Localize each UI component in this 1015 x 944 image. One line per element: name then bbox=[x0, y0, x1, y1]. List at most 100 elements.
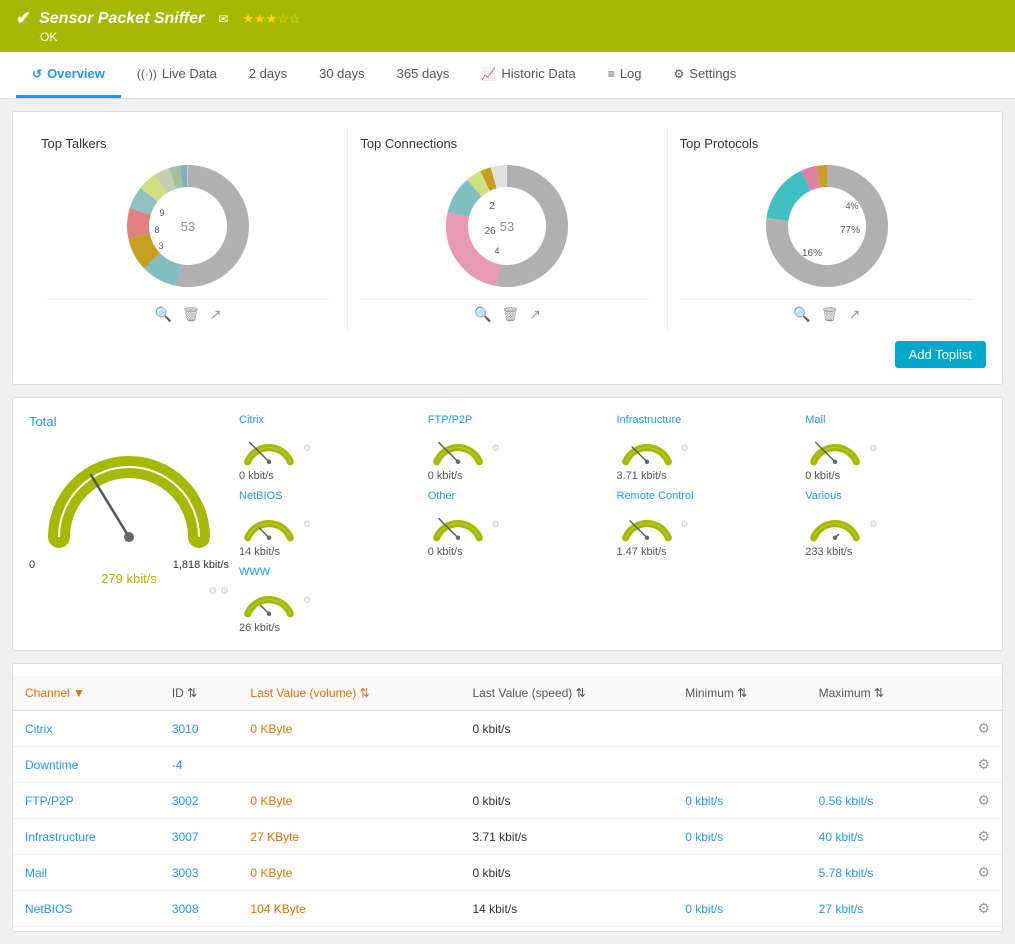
col-minimum-sort: ⇅ bbox=[737, 686, 747, 700]
col-id[interactable]: ID ⇅ bbox=[160, 676, 239, 711]
col-id-label: ID bbox=[172, 686, 184, 700]
add-toplist-row: Add Toplist bbox=[29, 341, 986, 368]
protocols-delete-icon[interactable]: 🗑 bbox=[821, 306, 839, 323]
nav-item-livedata[interactable]: ((·)) Live Data bbox=[121, 52, 233, 98]
mini-gauge-svg-0 bbox=[239, 428, 299, 468]
connections-expand-icon[interactable]: ↗ bbox=[529, 306, 541, 323]
mini-gauge-settings-6[interactable]: ⚙ bbox=[681, 519, 689, 530]
add-toplist-button[interactable]: Add Toplist bbox=[895, 341, 986, 368]
overview-icon: ↺ bbox=[32, 67, 42, 81]
col-last-vol[interactable]: Last Value (volume) ⇅ bbox=[238, 676, 460, 711]
mini-gauge-row-0: ⚙ bbox=[239, 428, 311, 468]
mini-gauge-settings-0[interactable]: ⚙ bbox=[303, 443, 311, 454]
connections-donut-svg: 53 2 26 4 bbox=[442, 161, 572, 291]
cell-channel-0[interactable]: Citrix bbox=[13, 711, 160, 747]
cell-icon-0[interactable]: ⚙ bbox=[945, 711, 1002, 747]
col-last-speed-label: Last Value (speed) bbox=[472, 686, 572, 700]
mini-gauge-svg-4 bbox=[239, 504, 299, 544]
col-minimum[interactable]: Minimum ⇅ bbox=[673, 676, 806, 711]
mini-gauge-row-6: ⚙ bbox=[617, 504, 689, 544]
toplist-protocols-title: Top Protocols bbox=[680, 136, 974, 151]
cell-channel-1[interactable]: Downtime bbox=[13, 747, 160, 783]
sensor-title-italic: Sensor bbox=[39, 10, 93, 27]
total-gauge-current: 279 kbit/s bbox=[101, 571, 157, 586]
nav-item-log[interactable]: ≡ Log bbox=[592, 52, 658, 98]
mini-gauge-settings-4[interactable]: ⚙ bbox=[303, 519, 311, 530]
mini-gauge-settings-1[interactable]: ⚙ bbox=[492, 443, 500, 454]
cell-max-1 bbox=[807, 747, 946, 783]
connections-delete-icon[interactable]: 🗑 bbox=[501, 306, 519, 323]
mini-gauge-name-1: FTP/P2P bbox=[428, 414, 473, 426]
protocols-expand-icon[interactable]: ↗ bbox=[849, 306, 861, 323]
cell-min-4 bbox=[673, 855, 806, 891]
nav-historicdata-label: Historic Data bbox=[501, 66, 575, 81]
talkers-expand-icon[interactable]: ↗ bbox=[210, 306, 222, 323]
mini-gauge-settings-8[interactable]: ⚙ bbox=[303, 595, 311, 606]
cell-last-vol-2: 0 KByte bbox=[238, 783, 460, 819]
mini-gauge-item-7: Various ⚙ 233 kbit/s bbox=[805, 490, 986, 558]
mini-gauge-svg-2 bbox=[617, 428, 677, 468]
toplist-connections-chart: 53 2 26 4 bbox=[360, 161, 654, 291]
mini-gauge-row-1: ⚙ bbox=[428, 428, 500, 468]
mini-gauge-settings-2[interactable]: ⚙ bbox=[681, 443, 689, 454]
mini-gauge-name-5: Other bbox=[428, 490, 456, 502]
cell-last-vol-1 bbox=[238, 747, 460, 783]
cell-icon-1[interactable]: ⚙ bbox=[945, 747, 1002, 783]
mini-gauge-settings-3[interactable]: ⚙ bbox=[869, 443, 877, 454]
mini-gauge-settings-5[interactable]: ⚙ bbox=[492, 519, 500, 530]
nav-item-overview[interactable]: ↺ Overview bbox=[16, 52, 121, 98]
nav-settings-label: Settings bbox=[689, 66, 736, 81]
cell-icon-3[interactable]: ⚙ bbox=[945, 819, 1002, 855]
cell-id-5: 3008 bbox=[160, 891, 239, 927]
mini-gauge-svg-1 bbox=[428, 428, 488, 468]
connections-search-icon[interactable]: 🔍 bbox=[474, 306, 491, 323]
table-row: Downtime -4 ⚙ bbox=[13, 747, 1002, 783]
mini-gauge-value-4: 14 kbit/s bbox=[239, 546, 280, 558]
talkers-search-icon[interactable]: 🔍 bbox=[155, 306, 172, 323]
table-row: NetBIOS 3008 104 KByte 14 kbit/s 0 kbit/… bbox=[13, 891, 1002, 927]
table-row: Infrastructure 3007 27 KByte 3.71 kbit/s… bbox=[13, 819, 1002, 855]
cell-last-speed-3: 3.71 kbit/s bbox=[460, 819, 673, 855]
cell-channel-3[interactable]: Infrastructure bbox=[13, 819, 160, 855]
cell-last-speed-0: 0 kbit/s bbox=[460, 711, 673, 747]
envelope-icon[interactable]: ✉ bbox=[218, 12, 228, 26]
cell-icon-5[interactable]: ⚙ bbox=[945, 891, 1002, 927]
cell-last-vol-0: 0 KByte bbox=[238, 711, 460, 747]
cell-icon-2[interactable]: ⚙ bbox=[945, 783, 1002, 819]
mini-gauge-item-4: NetBIOS ⚙ 14 kbit/s bbox=[239, 490, 420, 558]
cell-id-1: -4 bbox=[160, 747, 239, 783]
col-maximum[interactable]: Maximum ⇅ bbox=[807, 676, 946, 711]
nav-item-historicdata[interactable]: 📈 Historic Data bbox=[465, 52, 591, 98]
cell-channel-4[interactable]: Mail bbox=[13, 855, 160, 891]
col-last-speed[interactable]: Last Value (speed) ⇅ bbox=[460, 676, 673, 711]
protocols-search-icon[interactable]: 🔍 bbox=[793, 306, 810, 323]
table-header-row: Channel ▼ ID ⇅ Last Value (volume) ⇅ L bbox=[13, 676, 1002, 711]
cell-max-0 bbox=[807, 711, 946, 747]
nav-item-30days[interactable]: 30 days bbox=[303, 52, 381, 98]
nav-item-settings[interactable]: ⚙ Settings bbox=[658, 52, 753, 98]
cell-min-0 bbox=[673, 711, 806, 747]
settings-icon: ⚙ bbox=[674, 67, 685, 81]
svg-text:26: 26 bbox=[485, 226, 497, 237]
mini-gauge-settings-7[interactable]: ⚙ bbox=[869, 519, 877, 530]
cell-min-5: 0 kbit/s bbox=[673, 891, 806, 927]
total-gauge-min: 0 bbox=[29, 559, 35, 571]
gauges-section: Total 0 1,818 kbit/s 279 kbit/s ⚙ ⚙ bbox=[12, 397, 1003, 651]
svg-text:8: 8 bbox=[155, 225, 160, 235]
nav-item-2days[interactable]: 2 days bbox=[233, 52, 303, 98]
header-left: ✔ Sensor Packet Sniffer ✉ ★★★☆☆ OK bbox=[16, 8, 301, 44]
protocols-donut-svg: 77% 16% 4% bbox=[762, 161, 892, 291]
talkers-delete-icon[interactable]: 🗑 bbox=[182, 306, 200, 323]
nav-item-365days[interactable]: 365 days bbox=[381, 52, 466, 98]
total-gauge-container: Total 0 1,818 kbit/s 279 kbit/s ⚙ ⚙ bbox=[29, 414, 229, 634]
main-content: Top Talkers bbox=[0, 99, 1015, 944]
cell-channel-5[interactable]: NetBIOS bbox=[13, 891, 160, 927]
cell-channel-2[interactable]: FTP/P2P bbox=[13, 783, 160, 819]
cell-icon-4[interactable]: ⚙ bbox=[945, 855, 1002, 891]
mini-gauge-name-8: WWW bbox=[239, 566, 270, 578]
toplist-talkers-title: Top Talkers bbox=[41, 136, 335, 151]
mini-gauge-item-2: Infrastructure ⚙ 3.71 kbit/s bbox=[617, 414, 798, 482]
svg-text:53: 53 bbox=[500, 219, 514, 234]
col-channel[interactable]: Channel ▼ bbox=[13, 676, 160, 711]
mini-gauge-row-2: ⚙ bbox=[617, 428, 689, 468]
